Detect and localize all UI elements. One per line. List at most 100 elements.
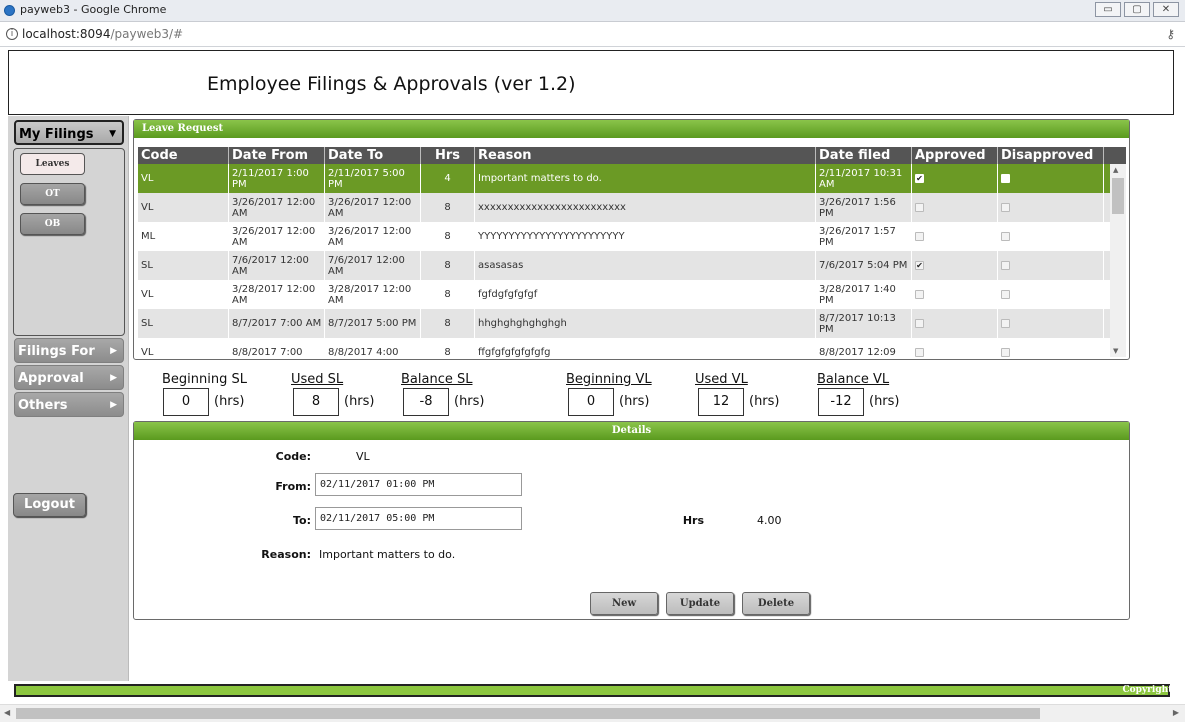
- approved-checkbox[interactable]: ✔: [915, 174, 924, 183]
- new-button[interactable]: New: [590, 592, 658, 615]
- balance-sl-label: Balance SL: [401, 372, 473, 387]
- table-row[interactable]: VL 8/8/2017 7:00 8/8/2017 4:00 8 ffgfgfgfgfg…: [138, 338, 1110, 357]
- ot-button[interactable]: OT: [20, 183, 85, 205]
- logout-button[interactable]: Logout: [13, 493, 86, 517]
- header-col-reason[interactable]: Reason: [475, 147, 816, 164]
- col-code-cell: SL: [138, 251, 229, 280]
- grid-scrollbar[interactable]: ▲ ▼: [1110, 164, 1126, 357]
- maximize-button[interactable]: ▢: [1124, 2, 1150, 17]
- col-reason-cell: xxxxxxxxxxxxxxxxxxxxxxxxx: [475, 193, 816, 222]
- col-reason-cell: asasasas: [475, 251, 816, 280]
- to-field[interactable]: 02/11/2017 05:00 PM: [315, 507, 522, 530]
- approved-checkbox[interactable]: [915, 203, 924, 212]
- disapproved-checkbox[interactable]: [1001, 174, 1010, 183]
- disapproved-checkbox[interactable]: [1001, 261, 1010, 270]
- header-col-code[interactable]: Code: [138, 147, 229, 164]
- col-reason-cell: YYYYYYYYYYYYYYYYYYYYYYYY: [475, 222, 816, 251]
- col-date-to-cell: 7/6/2017 12:00 AM: [325, 251, 421, 280]
- app-header: Employee Filings & Approvals (ver 1.2): [8, 50, 1174, 115]
- to-label: To:: [293, 514, 311, 527]
- approved-checkbox[interactable]: [915, 319, 924, 328]
- page-horizontal-scrollbar[interactable]: ◀ ▶: [0, 704, 1185, 722]
- reason-label: Reason:: [261, 548, 311, 561]
- beginning-sl-label: Beginning SL: [162, 372, 247, 387]
- disapproved-checkbox[interactable]: [1001, 203, 1010, 212]
- beginning-sl-value: 0: [163, 388, 209, 416]
- from-label: From:: [275, 480, 311, 493]
- header-col-date-to[interactable]: Date To: [325, 147, 421, 164]
- col-code-cell: VL: [138, 193, 229, 222]
- ob-button[interactable]: OB: [20, 213, 85, 235]
- col-disapproved-cell: [998, 309, 1104, 338]
- header-col-date-from[interactable]: Date From: [229, 147, 325, 164]
- minimize-button[interactable]: ▭: [1095, 2, 1121, 17]
- info-icon[interactable]: i: [6, 28, 18, 40]
- col-hrs-cell: 8: [421, 193, 475, 222]
- header-col-disapproved[interactable]: Disapproved: [998, 147, 1104, 164]
- scroll-right-icon[interactable]: ▶: [1173, 708, 1179, 717]
- table-row[interactable]: ML 3/26/2017 12:00 AM 3/26/2017 12:00 AM 8 Y…: [138, 222, 1110, 251]
- menu-my-filings[interactable]: My Filings ▼: [14, 120, 124, 145]
- key-icon[interactable]: ⚷: [1166, 27, 1175, 41]
- col-hrs-cell: 8: [421, 280, 475, 309]
- unit-label: (hrs): [749, 394, 780, 409]
- menu-others[interactable]: Others ▶: [14, 392, 124, 417]
- footer-bar: Copyright 20: [14, 684, 1185, 697]
- used-vl-value: 12: [698, 388, 744, 416]
- table-row[interactable]: SL 8/7/2017 7:00 AM 8/7/2017 5:00 PM 8 hhghg…: [138, 309, 1110, 338]
- menu-approval[interactable]: Approval ▶: [14, 365, 124, 390]
- scroll-down-icon[interactable]: ▼: [1113, 347, 1118, 355]
- header-col-approved[interactable]: Approved: [912, 147, 998, 164]
- scroll-thumb[interactable]: [16, 708, 1040, 719]
- col-date-filed-cell: 3/28/2017 1:40 PM: [816, 280, 912, 309]
- disapproved-checkbox[interactable]: [1001, 348, 1010, 357]
- approved-checkbox[interactable]: ✔: [915, 261, 924, 270]
- col-date-filed-cell: 7/6/2017 5:04 PM: [816, 251, 912, 280]
- leave-request-panel: Leave Request Code Date From Date To Hrs Rea…: [133, 119, 1130, 360]
- disapproved-checkbox[interactable]: [1001, 319, 1010, 328]
- scroll-thumb[interactable]: [1112, 178, 1124, 214]
- url-text[interactable]: localhost:8094/payweb3/#: [22, 27, 183, 41]
- col-date-from-cell: 3/26/2017 12:00 AM: [229, 193, 325, 222]
- address-bar[interactable]: i localhost:8094/payweb3/# ⚷: [0, 22, 1185, 47]
- col-hrs-cell: 8: [421, 309, 475, 338]
- col-disapproved-cell: [998, 164, 1104, 193]
- col-date-filed-cell: 2/11/2017 10:31 AM: [816, 164, 912, 193]
- col-hrs-cell: 8: [421, 222, 475, 251]
- disapproved-checkbox[interactable]: [1001, 290, 1010, 299]
- col-reason-cell: ffgfgfgfgfgfgfg: [475, 338, 816, 357]
- col-approved-cell: [912, 280, 998, 309]
- table-row[interactable]: VL 3/26/2017 12:00 AM 3/26/2017 12:00 AM 8 x…: [138, 193, 1110, 222]
- delete-button[interactable]: Delete: [742, 592, 810, 615]
- beginning-vl-label: Beginning VL: [566, 372, 652, 387]
- col-reason-cell: fgfdgfgfgfgf: [475, 280, 816, 309]
- approved-checkbox[interactable]: [915, 232, 924, 241]
- disapproved-checkbox[interactable]: [1001, 232, 1010, 241]
- from-field[interactable]: 02/11/2017 01:00 PM: [315, 473, 522, 496]
- scroll-up-icon[interactable]: ▲: [1113, 166, 1118, 174]
- update-button[interactable]: Update: [666, 592, 734, 615]
- used-vl-label: Used VL: [695, 372, 748, 387]
- menu-filings-for[interactable]: Filings For ▶: [14, 338, 124, 363]
- col-date-to-cell: 8/7/2017 5:00 PM: [325, 309, 421, 338]
- page-title: Employee Filings & Approvals (ver 1.2): [207, 73, 576, 95]
- scroll-left-icon[interactable]: ◀: [4, 708, 10, 717]
- chevron-right-icon: ▶: [110, 400, 117, 410]
- unit-label: (hrs): [344, 394, 375, 409]
- approved-checkbox[interactable]: [915, 348, 924, 357]
- header-col-hrs[interactable]: Hrs: [421, 147, 475, 164]
- beginning-vl-value: 0: [568, 388, 614, 416]
- table-row[interactable]: VL 3/28/2017 12:00 AM 3/28/2017 12:00 AM 8 f…: [138, 280, 1110, 309]
- close-button[interactable]: ✕: [1153, 2, 1179, 17]
- leaves-button[interactable]: Leaves: [20, 153, 85, 175]
- table-row[interactable]: VL 2/11/2017 1:00 PM 2/11/2017 5:00 PM 4 Imp…: [138, 164, 1110, 193]
- col-reason-cell: Important matters to do.: [475, 164, 816, 193]
- header-col-date-filed[interactable]: Date filed: [816, 147, 912, 164]
- hrs-value: 4.00: [757, 514, 782, 527]
- copyright-text: Copyright 20: [1122, 685, 1185, 695]
- table-row[interactable]: SL 7/6/2017 12:00 AM 7/6/2017 12:00 AM 8 asa…: [138, 251, 1110, 280]
- code-label: Code:: [275, 450, 311, 463]
- approved-checkbox[interactable]: [915, 290, 924, 299]
- col-code-cell: VL: [138, 164, 229, 193]
- grid-header: Code Date From Date To Hrs Reason Date filed A…: [138, 147, 1126, 164]
